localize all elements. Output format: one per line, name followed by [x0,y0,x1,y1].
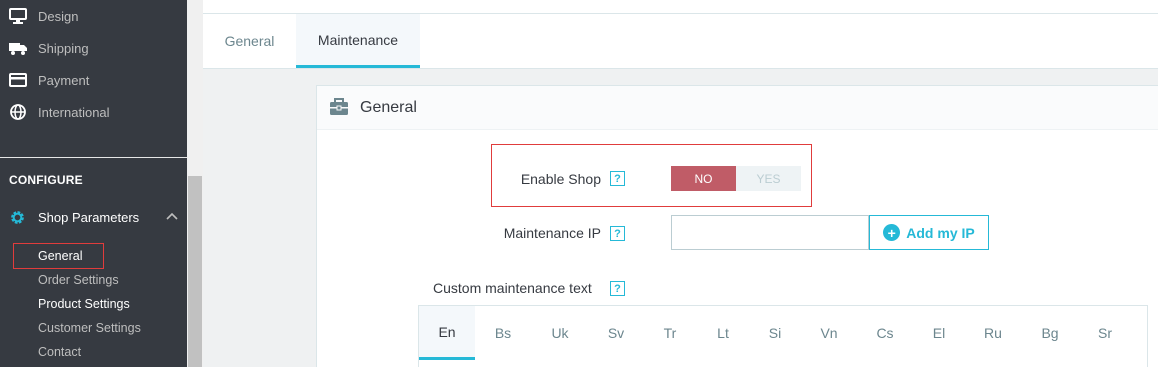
sidebar-item-label: Shop Parameters [38,210,140,225]
language-tab[interactable]: Sv [588,306,644,360]
sidebar-item-label: Design [38,8,79,24]
sidebar-item-label: Shipping [38,40,89,56]
monitor-icon [9,8,27,24]
sidebar-subitem-customer-settings[interactable]: Customer Settings [38,321,141,335]
language-tab[interactable]: Lt [695,306,751,360]
gear-icon [11,211,24,224]
language-tab[interactable]: Bs [475,306,531,360]
language-tabs: En Bs Uk Sv Tr Lt Si Vn Cs El Ru Bg Sr [418,305,1148,367]
sidebar-item-shipping[interactable]: Shipping [0,34,187,62]
sidebar-subitem-product-settings[interactable]: Product Settings [38,297,130,311]
maintenance-ip-label: Maintenance IP [503,225,601,241]
sidebar-divider [0,157,187,158]
language-tab[interactable]: Tr [642,306,698,360]
help-icon[interactable]: ? [610,226,625,241]
switch-option-no[interactable]: NO [671,166,736,191]
custom-maintenance-text-label: Custom maintenance text [433,280,592,296]
sidebar-item-label: Payment [38,72,90,88]
language-tab[interactable]: Bg [1022,306,1078,360]
help-icon[interactable]: ? [610,281,625,296]
truck-icon [9,43,27,55]
tab-general[interactable]: General [203,14,296,68]
sidebar-scrollbar[interactable] [187,0,203,367]
sidebar-section-heading: CONFIGURE [9,173,83,187]
sidebar-item-label: International [38,104,110,120]
language-tab[interactable]: Sr [1077,306,1133,360]
credit-card-icon [9,73,27,87]
language-tab[interactable]: Cs [857,306,913,360]
language-tab[interactable]: El [911,306,967,360]
maintenance-ip-input[interactable] [671,215,869,250]
header-bar [203,0,1158,14]
sidebar-item-payment[interactable]: Payment [0,66,187,94]
plus-circle-icon: + [883,224,901,241]
chevron-up-icon[interactable] [165,211,179,221]
panel-title: General [360,99,417,116]
language-tab[interactable]: Vn [801,306,857,360]
sidebar-subitem-general[interactable]: General [38,249,82,263]
scrollbar-thumb[interactable] [188,176,202,367]
panel-header: General [317,86,1158,130]
language-tab[interactable]: Ru [965,306,1021,360]
tab-maintenance[interactable]: Maintenance [296,14,420,68]
switch-option-yes[interactable]: YES [736,166,801,191]
add-my-ip-label: Add my IP [906,224,975,241]
sidebar-item-international[interactable]: International [0,98,187,126]
page-tabs: General Maintenance [203,14,1158,69]
sidebar: Design Shipping Payment International CO… [0,0,187,367]
sidebar-subitem-contact[interactable]: Contact [38,345,81,359]
language-tab[interactable]: Uk [532,306,588,360]
language-tab[interactable]: En [419,306,475,360]
sidebar-item-design[interactable]: Design [0,2,187,30]
sidebar-item-shop-parameters[interactable]: Shop Parameters [0,203,187,232]
add-my-ip-button[interactable]: + Add my IP [869,215,989,250]
globe-icon [10,104,26,120]
enable-shop-label: Enable Shop [520,171,601,187]
sidebar-subitem-order-settings[interactable]: Order Settings [38,273,119,287]
enable-shop-switch[interactable]: NO YES [671,166,801,191]
help-icon[interactable]: ? [610,171,625,186]
language-tab[interactable]: Si [747,306,803,360]
briefcase-icon [330,98,348,115]
